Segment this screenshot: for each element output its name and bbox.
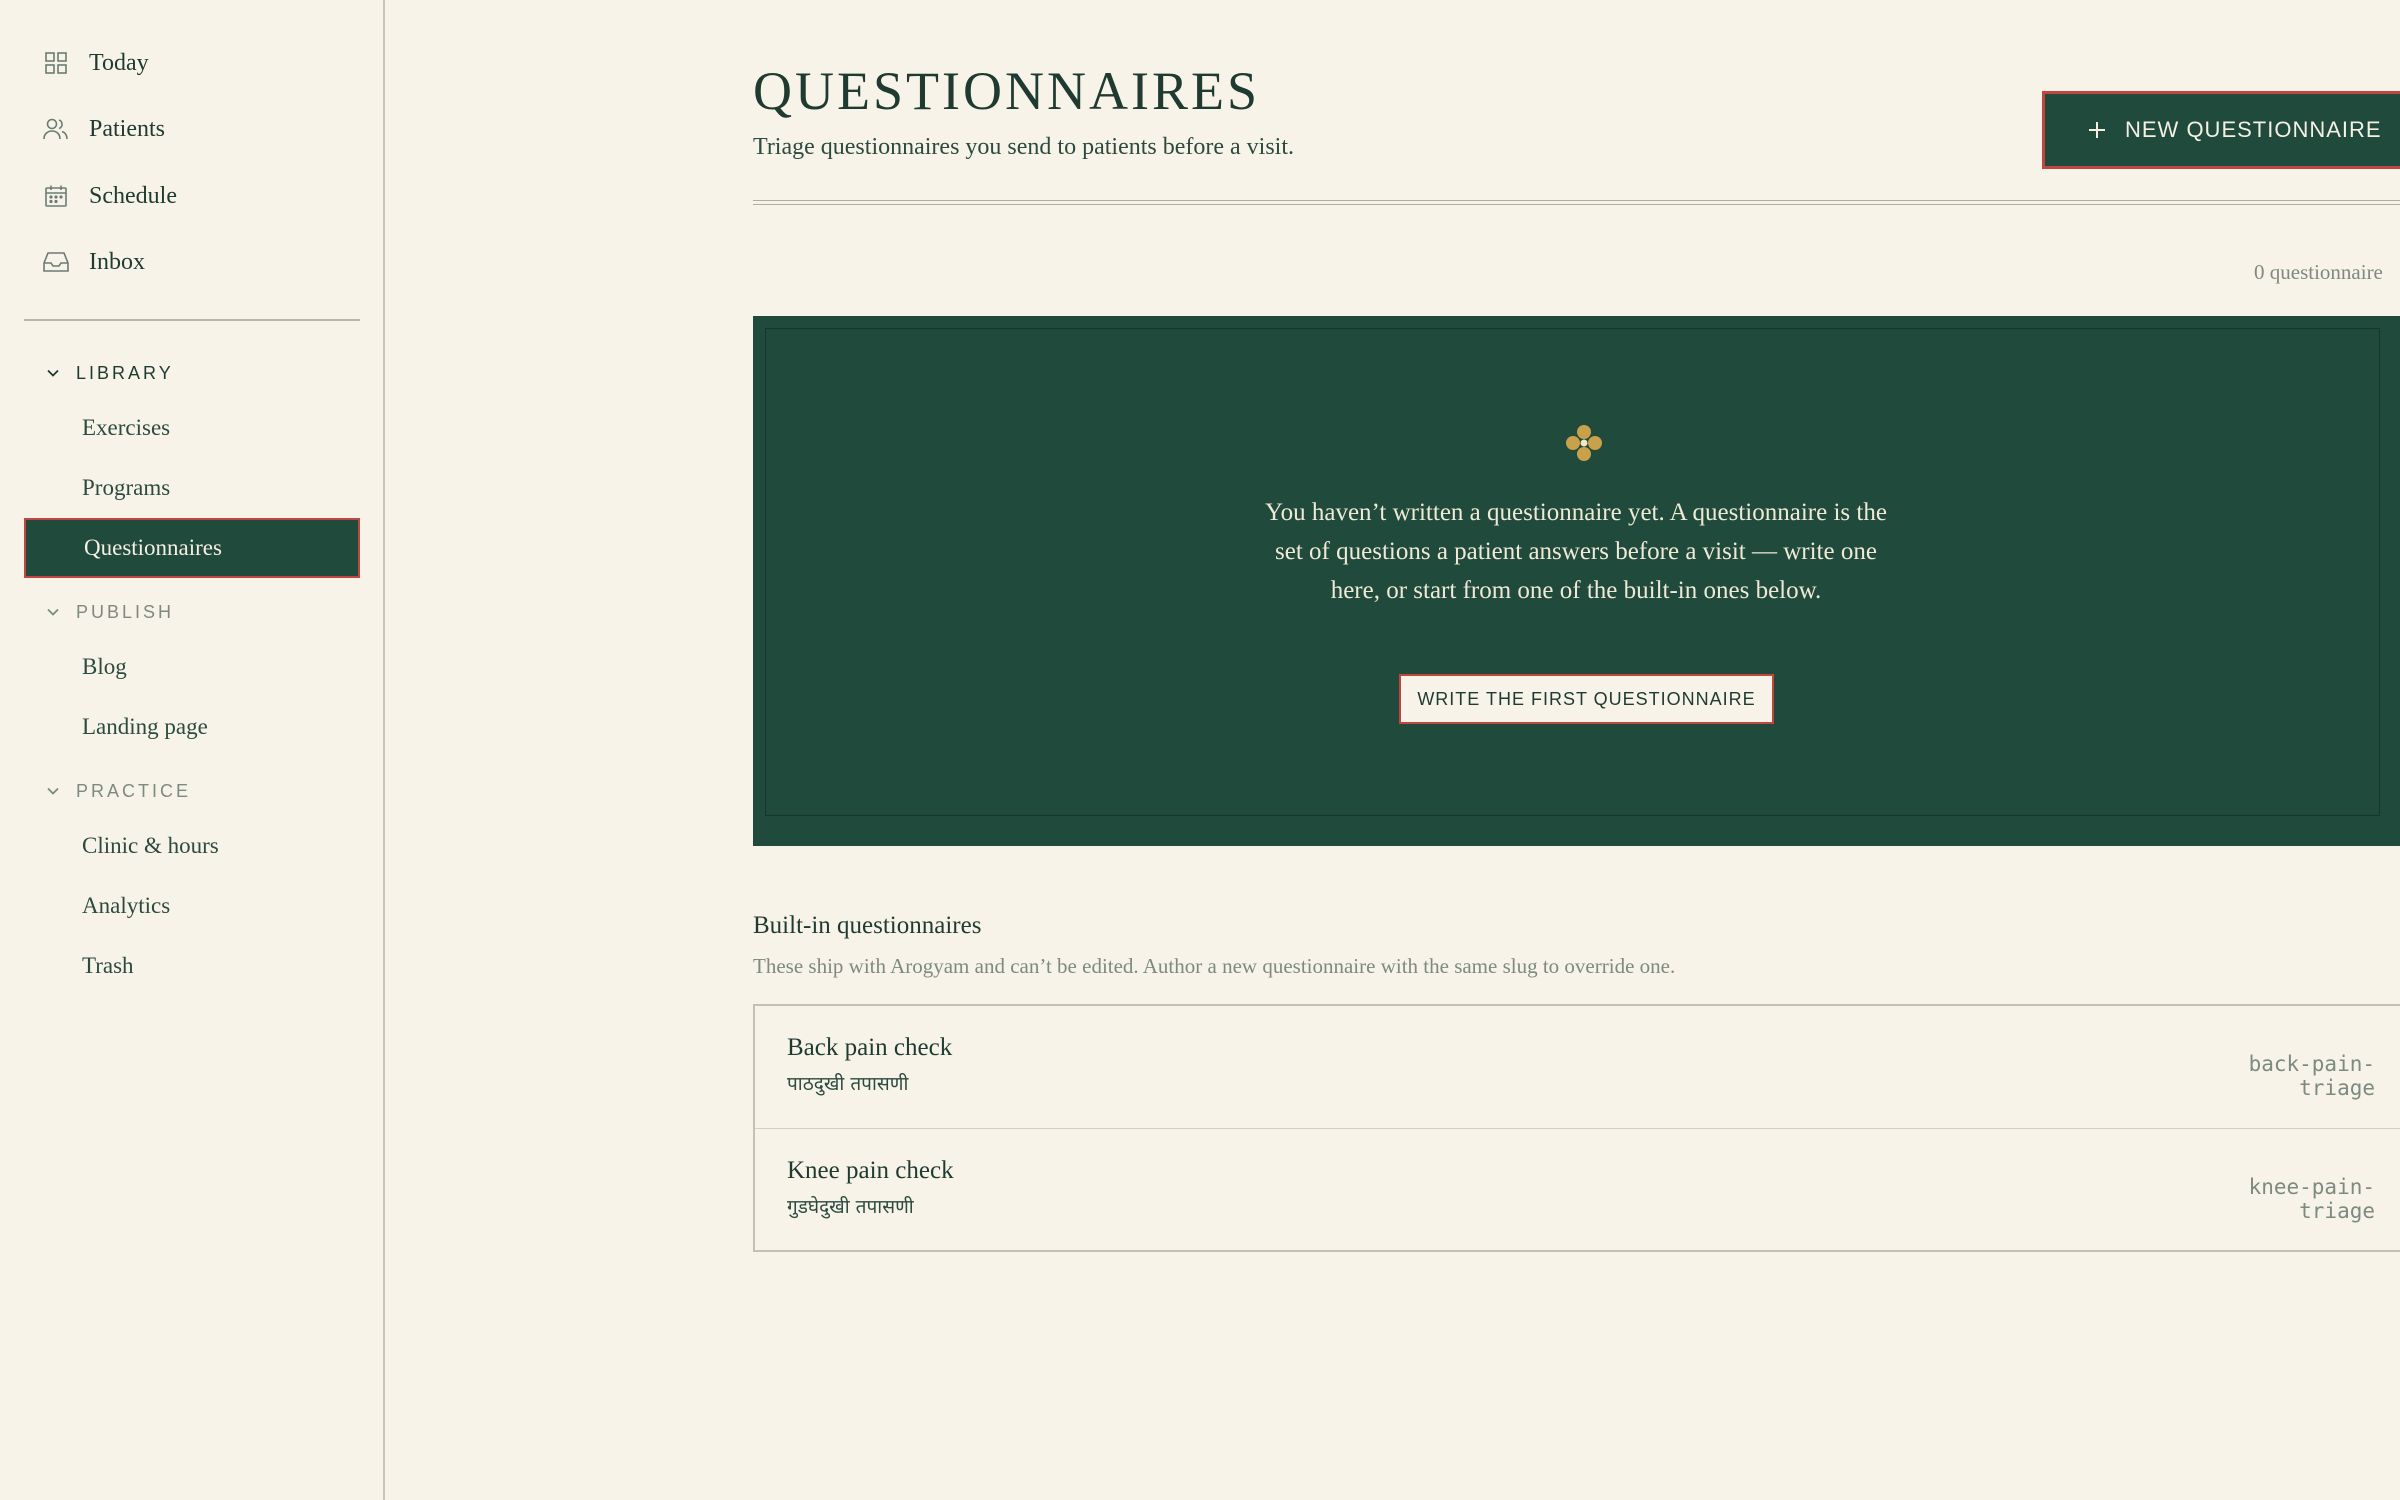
builtin-section-subtitle: These ship with Arogyam and can’t be edi…	[753, 954, 1676, 978]
nav-item-schedule[interactable]: Schedule	[0, 168, 360, 224]
new-questionnaire-label: NEW QUESTIONNAIRE	[2125, 117, 2382, 142]
new-questionnaire-button[interactable]: NEW QUESTIONNAIRE	[2042, 91, 2400, 169]
sidebar-item-questionnaires[interactable]: Questionnaires	[24, 518, 360, 578]
sidebar-item-blog[interactable]: Blog	[82, 647, 127, 687]
nav-item-patients[interactable]: Patients	[0, 101, 360, 157]
nav-label-today: Today	[89, 49, 149, 76]
section-label-library: LIBRARY	[76, 362, 174, 383]
empty-state-frame: You haven’t written a questionnaire yet.…	[765, 328, 2380, 816]
page-subtitle: Triage questionnaires you send to patien…	[753, 134, 1295, 160]
nav-item-today[interactable]: Today	[0, 35, 360, 91]
plus-icon	[2087, 120, 2107, 140]
section-toggle-library[interactable]: LIBRARY	[45, 358, 174, 388]
sidebar-item-exercises[interactable]: Exercises	[82, 408, 170, 448]
write-first-questionnaire-button[interactable]: WRITE THE FIRST QUESTIONNAIRE	[1399, 674, 1774, 724]
section-label-publish: PUBLISH	[76, 601, 175, 622]
empty-state-panel: You haven’t written a questionnaire yet.…	[753, 316, 2400, 846]
builtin-row-knee-pain[interactable]: Knee pain check गुडघेदुखी तपासणी knee-pa…	[755, 1128, 2400, 1251]
sidebar-item-analytics[interactable]: Analytics	[82, 886, 170, 926]
chevron-down-icon	[45, 783, 61, 799]
builtin-row-back-pain[interactable]: Back pain check पाठदुखी तपासणी back-pain…	[755, 1006, 2400, 1128]
builtin-alt-name: गुडघेदुखी तपासणी	[787, 1196, 914, 1218]
builtin-section-title: Built-in questionnaires	[753, 912, 982, 939]
sidebar-item-trash[interactable]: Trash	[82, 946, 134, 986]
empty-state-message: You haven’t written a questionnaire yet.…	[1265, 499, 1887, 604]
inbox-icon	[43, 249, 69, 275]
chevron-down-icon	[45, 604, 61, 620]
builtin-name: Knee pain check	[787, 1157, 954, 1184]
flower-icon	[1564, 423, 1604, 463]
sidebar-item-clinic-hours[interactable]: Clinic & hours	[82, 826, 219, 866]
section-label-practice: PRACTICE	[76, 780, 192, 801]
sidebar-divider	[24, 319, 360, 321]
section-toggle-publish[interactable]: PUBLISH	[45, 597, 174, 627]
sidebar-item-landing-page[interactable]: Landing page	[82, 707, 208, 747]
grid-icon	[43, 50, 69, 76]
questionnaire-count: 0 questionnaire	[2254, 260, 2383, 284]
sidebar: Today Patients Schedule Inbox LIBRARY Ex…	[0, 0, 385, 1500]
builtin-slug: knee-pain-triage	[2248, 1175, 2375, 1223]
nav-label-patients: Patients	[89, 115, 165, 142]
header-divider	[753, 200, 2400, 205]
builtin-slug: back-pain-triage	[2248, 1052, 2375, 1100]
builtin-questionnaire-list: Back pain check पाठदुखी तपासणी back-pain…	[753, 1004, 2400, 1252]
nav-label-schedule: Schedule	[89, 182, 177, 209]
chevron-down-icon	[45, 365, 61, 381]
nav-item-inbox[interactable]: Inbox	[0, 234, 360, 290]
users-icon	[43, 116, 69, 142]
nav-label-inbox: Inbox	[89, 248, 145, 275]
calendar-icon	[43, 183, 69, 209]
builtin-name: Back pain check	[787, 1034, 953, 1061]
sidebar-item-programs[interactable]: Programs	[82, 468, 170, 508]
builtin-alt-name: पाठदुखी तपासणी	[787, 1073, 909, 1095]
page-title: QUESTIONNAIRES	[753, 61, 1260, 121]
section-toggle-practice[interactable]: PRACTICE	[45, 776, 191, 806]
